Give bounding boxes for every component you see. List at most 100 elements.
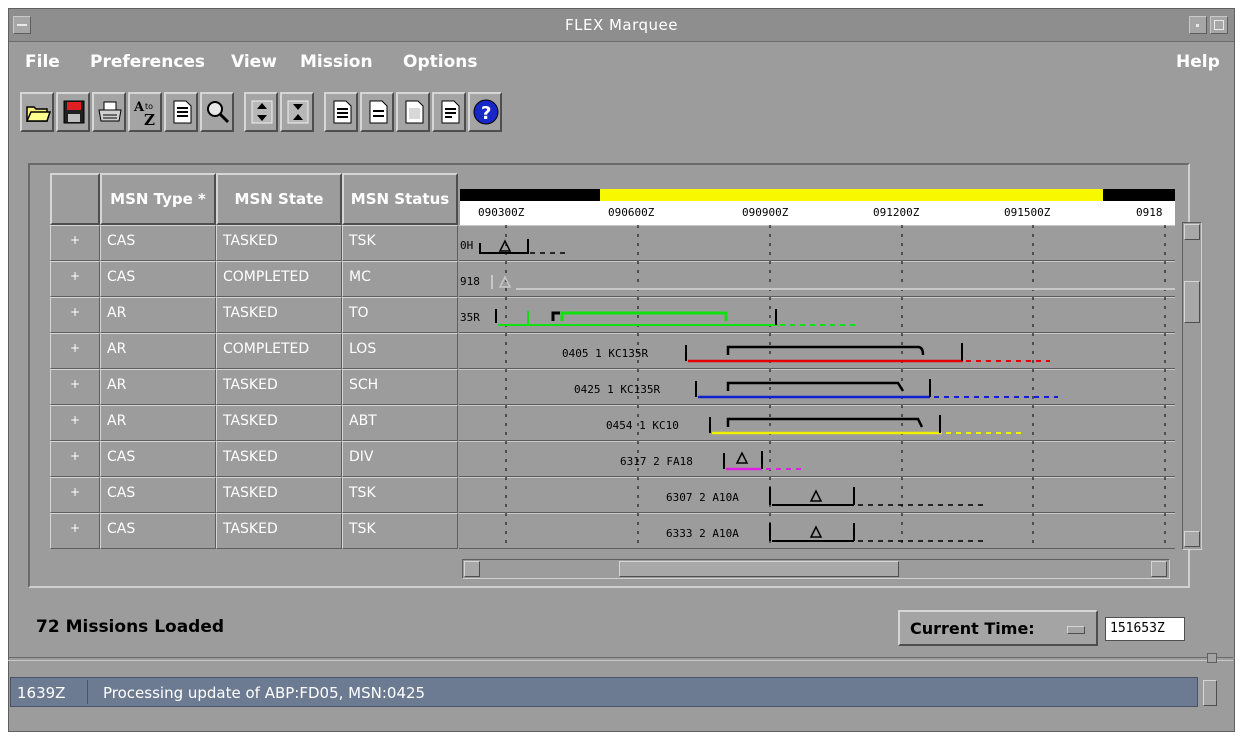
mission-label: 918	[460, 275, 480, 288]
header-msn-type[interactable]: MSN Type *	[100, 173, 216, 225]
minimize-button[interactable]	[1189, 16, 1207, 34]
msn-status-cell: LOS	[342, 333, 458, 369]
current-time-label: Current Time:	[910, 619, 1035, 638]
row-expand-button[interactable]: +	[50, 477, 100, 513]
mission-bracket-green	[560, 311, 728, 321]
mission-label: 6333 2 A10A	[666, 527, 739, 540]
msn-state-cell: TASKED	[216, 225, 342, 261]
menu-view[interactable]: View	[231, 52, 277, 72]
print-button[interactable]	[92, 92, 126, 132]
time-label-0909: 090900Z	[742, 206, 789, 219]
status-message: Processing update of ABP:FD05, MSN:0425	[103, 684, 426, 702]
msn-type-cell: AR	[100, 333, 216, 369]
expand-down-button[interactable]	[280, 92, 314, 132]
msn-status-cell: MC	[342, 261, 458, 297]
status-divider	[87, 680, 88, 704]
document-button[interactable]	[164, 92, 198, 132]
report-3-icon	[405, 100, 424, 124]
menu-options[interactable]: Options	[403, 52, 477, 72]
row-expand-button[interactable]: +	[50, 405, 100, 441]
sash-handle[interactable]	[1207, 653, 1217, 663]
mission-label: 6307 2 A10A	[666, 491, 739, 504]
mission-bracket-black	[551, 311, 560, 321]
horizontal-scroll-thumb[interactable]	[619, 561, 899, 577]
sort-button[interactable]: A to Z	[128, 92, 162, 132]
vertical-scrollbar[interactable]	[1182, 222, 1202, 550]
row-expand-button[interactable]: +	[50, 441, 100, 477]
report-2-icon	[369, 100, 388, 124]
title-bar[interactable]: FLEX Marquee	[9, 9, 1234, 42]
report-2-button[interactable]	[360, 92, 394, 132]
help-button[interactable]: ?	[468, 92, 502, 132]
scroll-up-arrow[interactable]	[1184, 224, 1200, 240]
horizontal-scrollbar[interactable]	[462, 559, 1170, 579]
maximize-button[interactable]	[1210, 16, 1228, 34]
report-3-button[interactable]	[396, 92, 430, 132]
mission-triangle	[735, 451, 749, 464]
menu-bar: File Preferences View Mission Options He…	[9, 42, 1234, 80]
msn-status-cell: TSK	[342, 513, 458, 549]
menu-preferences[interactable]: Preferences	[90, 52, 205, 72]
mission-label: 0H	[460, 239, 473, 252]
minimize-icon	[1196, 24, 1199, 27]
row-expand-button[interactable]: +	[50, 297, 100, 333]
scroll-left-arrow[interactable]	[464, 561, 480, 577]
separator	[8, 657, 1233, 661]
menu-help[interactable]: Help	[1176, 52, 1220, 72]
expand-up-icon	[251, 100, 273, 124]
scroll-down-arrow[interactable]	[1184, 531, 1200, 547]
save-button[interactable]	[56, 92, 90, 132]
mission-triangle	[498, 275, 512, 288]
row-expand-button[interactable]: +	[50, 369, 100, 405]
report-1-button[interactable]	[324, 92, 358, 132]
msn-state-cell: TASKED	[216, 477, 342, 513]
mission-timeline-chart[interactable]: 0H 918 35R 0405 1 KC135R 0425 1 KC135R 0…	[458, 225, 1175, 549]
time-label-0906: 090600Z	[608, 206, 655, 219]
report-4-button[interactable]	[432, 92, 466, 132]
mission-bracket	[726, 381, 905, 392]
status-time: 1639Z	[17, 684, 66, 702]
msn-type-cell: CAS	[100, 261, 216, 297]
msn-status-cell: TSK	[342, 477, 458, 513]
row-expand-button[interactable]: +	[50, 261, 100, 297]
time-label-0915: 091500Z	[1004, 206, 1051, 219]
msn-type-cell: CAS	[100, 513, 216, 549]
expand-up-button[interactable]	[244, 92, 278, 132]
row-expand-button[interactable]: +	[50, 225, 100, 261]
help-glyph: ?	[481, 103, 491, 124]
header-msn-status[interactable]: MSN Status	[342, 173, 458, 225]
row-expand-button[interactable]: +	[50, 513, 100, 549]
msn-type-cell: CAS	[100, 225, 216, 261]
timeline-strip-black-2	[1103, 189, 1175, 201]
msn-status-cell: TSK	[342, 225, 458, 261]
msn-type-cell: CAS	[100, 477, 216, 513]
report-4-icon	[441, 100, 460, 124]
row-expand-button[interactable]: +	[50, 333, 100, 369]
mission-grid: MSN Type * MSN State MSN Status 090300Z …	[42, 173, 1175, 549]
status-scroll-spinner[interactable]	[1203, 680, 1217, 706]
msn-status-cell: SCH	[342, 369, 458, 405]
vertical-scroll-thumb[interactable]	[1184, 281, 1200, 323]
mission-label: 6317 2 FA18	[620, 455, 693, 468]
msn-type-cell: CAS	[100, 441, 216, 477]
scroll-right-arrow[interactable]	[1151, 561, 1167, 577]
msn-state-cell: COMPLETED	[216, 261, 342, 297]
open-button[interactable]	[20, 92, 54, 132]
menu-mission[interactable]: Mission	[300, 52, 373, 72]
menu-file[interactable]: File	[25, 52, 60, 72]
expand-down-icon	[287, 100, 309, 124]
current-time-button[interactable]: Current Time:	[898, 610, 1098, 646]
sort-label-to: to	[145, 102, 153, 111]
search-button[interactable]	[200, 92, 234, 132]
option-menu-icon	[1067, 626, 1085, 634]
msn-status-cell: TO	[342, 297, 458, 333]
help-icon: ?	[473, 99, 499, 125]
mission-bracket	[726, 417, 924, 428]
missions-loaded-count: 72 Missions Loaded	[36, 617, 225, 637]
mission-bracket	[726, 345, 925, 356]
msn-type-cell: AR	[100, 297, 216, 333]
mission-label: 35R	[460, 311, 480, 324]
sort-az-icon: A to Z	[133, 100, 155, 127]
header-msn-state[interactable]: MSN State	[216, 173, 342, 225]
msn-state-cell: TASKED	[216, 369, 342, 405]
